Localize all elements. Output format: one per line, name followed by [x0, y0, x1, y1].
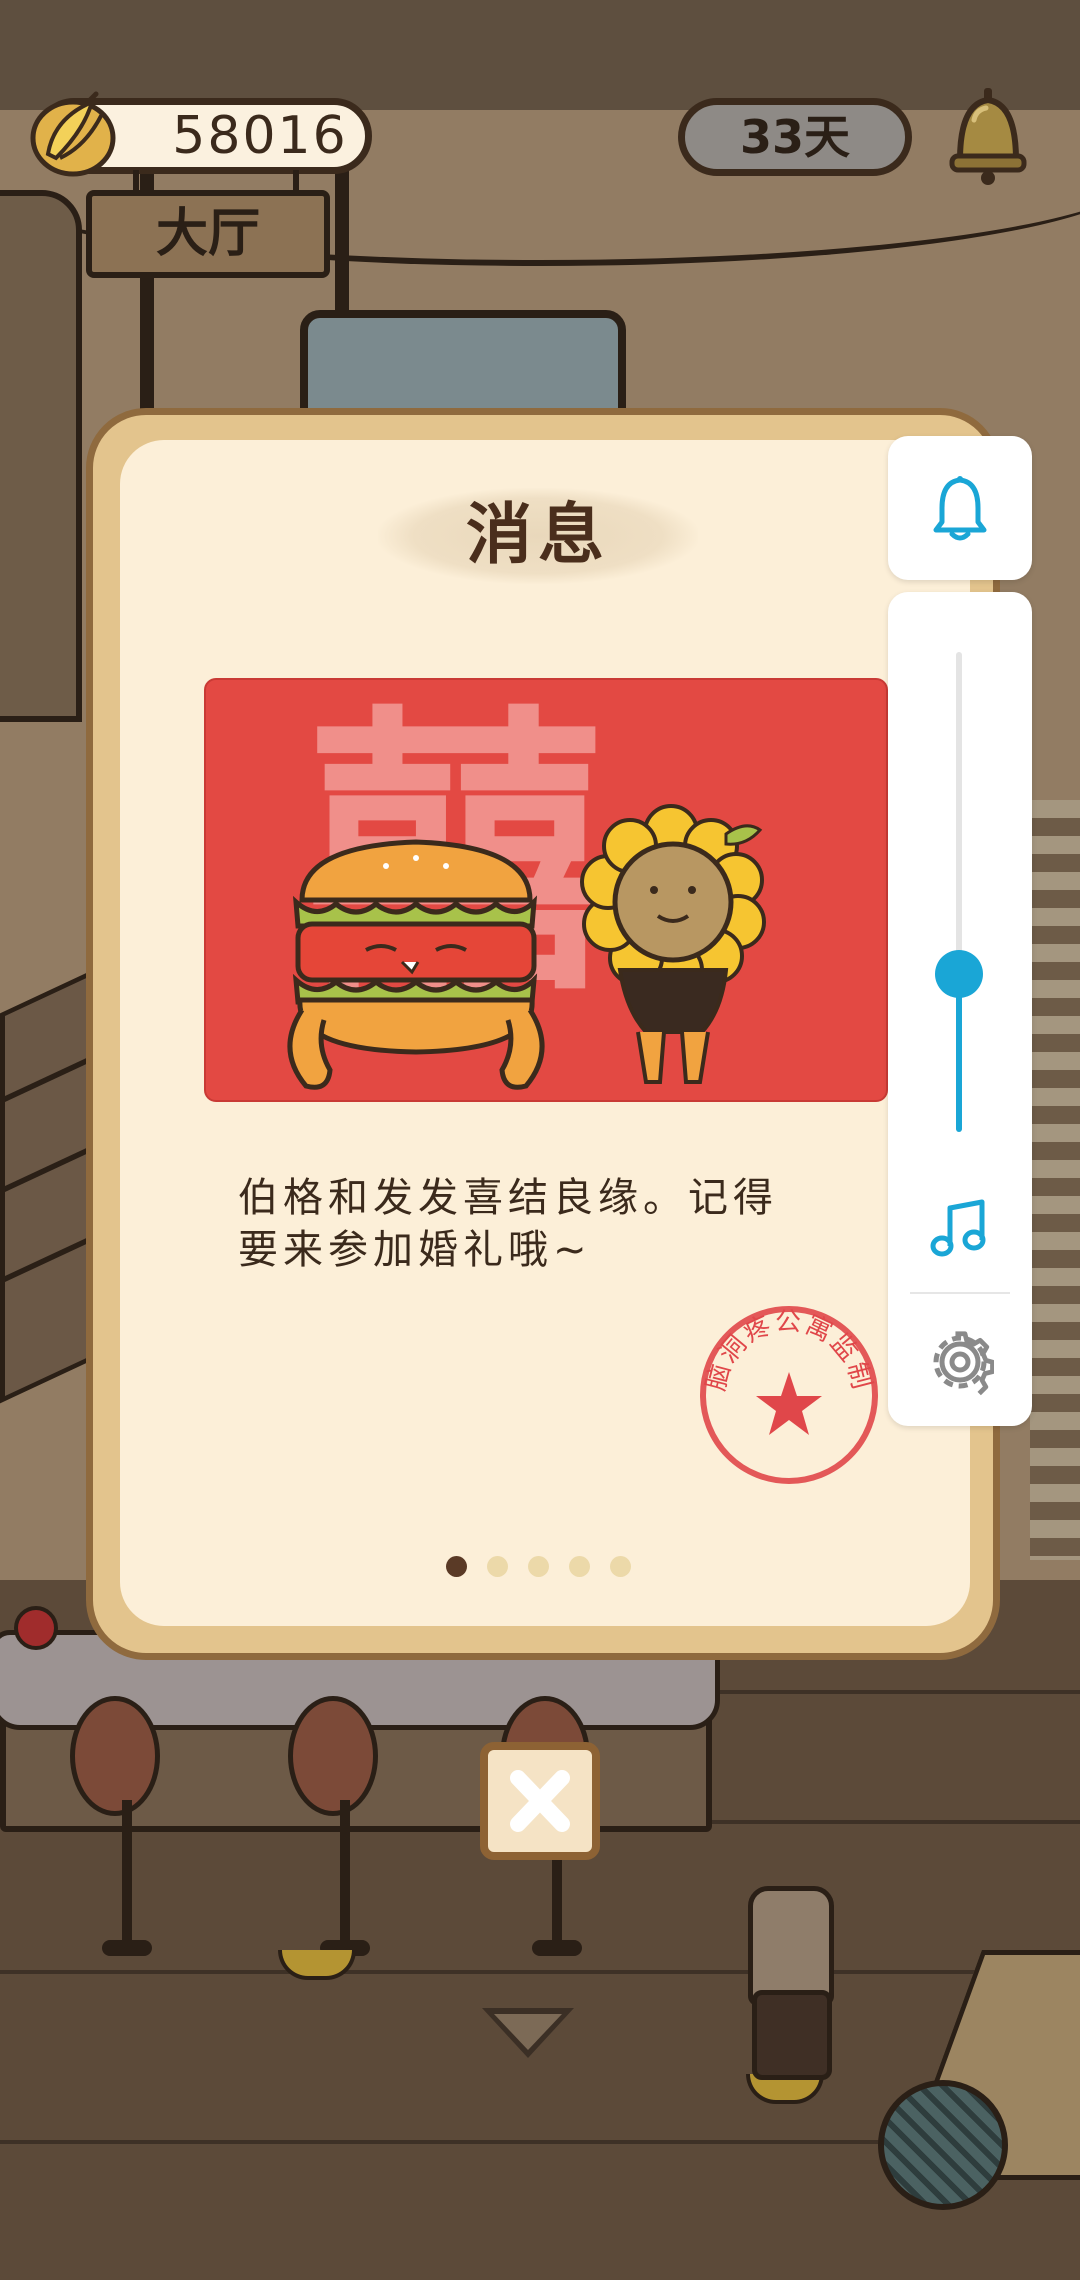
bottle-shelf [0, 966, 100, 1404]
doorway [0, 190, 82, 722]
sunflower-character-icon [580, 804, 766, 1084]
seal-stamp-icon: 脑洞疼公寓监制 [700, 1306, 878, 1484]
close-button[interactable] [480, 1742, 600, 1860]
cherry-decor [14, 1606, 58, 1650]
days-counter: 33天 [678, 98, 912, 176]
gumball-jar-base [752, 1990, 832, 2080]
wedding-announcement-image: 囍 [204, 678, 888, 1102]
burger-character-icon [287, 839, 545, 1090]
banana-icon [30, 91, 116, 177]
page-dot[interactable] [446, 1556, 467, 1577]
bell-outline-icon [933, 476, 987, 541]
volume-slider-handle[interactable] [935, 949, 983, 998]
gear-icon[interactable] [926, 1328, 994, 1396]
panel-divider [910, 1292, 1010, 1294]
striped-wall-decor [1030, 800, 1080, 1560]
message-text: 伯格和发发喜结良缘。记得 要来参加婚礼哦~ [238, 1175, 778, 1273]
yarn-ball-icon[interactable] [878, 2080, 1008, 2210]
bar-stool [288, 1696, 378, 1816]
page-dot[interactable] [487, 1556, 508, 1577]
close-icon [510, 1770, 570, 1832]
bar-stool [70, 1696, 160, 1816]
dialog-title: 消息 [466, 496, 610, 573]
page-dot[interactable] [528, 1556, 549, 1577]
gumball-jar [748, 1886, 834, 2006]
wedding-illustration: 囍 [287, 682, 766, 1090]
music-note-icon[interactable] [928, 1196, 992, 1260]
room-name-sign[interactable]: 大厅 [86, 190, 330, 278]
page-dot[interactable] [569, 1556, 590, 1577]
banana-count: 58016 [172, 106, 348, 166]
page-dot[interactable] [610, 1556, 631, 1577]
page-indicator [446, 1556, 631, 1578]
bell-icon[interactable] [946, 86, 1030, 186]
